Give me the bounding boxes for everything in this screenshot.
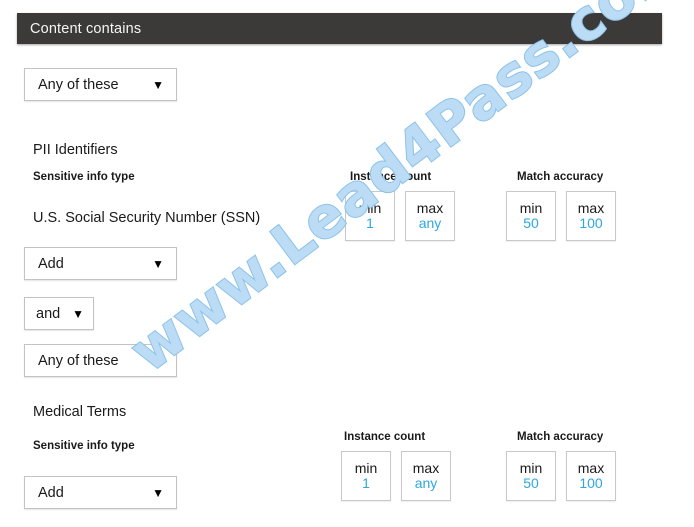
match-accuracy-min-value-medical: 50 [523,475,539,492]
instance-count-header-pii: Instance count [350,171,432,183]
chevron-down-icon: ▼ [152,256,164,271]
add-dropdown-medical[interactable]: Add ▼ [24,476,177,509]
add-dropdown-pii-label: Add [38,255,64,272]
match-accuracy-header-medical: Match accuracy [517,431,604,443]
chevron-down-icon: ▼ [152,77,164,92]
instance-count-fields-pii: min 1 max any [345,191,455,241]
match-accuracy-max-value-medical: 100 [579,475,603,492]
match-accuracy-min-caption-medical: min [519,459,543,476]
scope-dropdown-bottom[interactable]: Any of these ▼ [24,344,177,377]
sensitive-info-type-label-pii: Sensitive info type [33,171,135,183]
instance-count-min-field-pii[interactable]: min 1 [345,191,395,241]
match-accuracy-min-field-medical[interactable]: min 50 [506,451,556,501]
match-accuracy-fields-pii: min 50 max 100 [506,191,616,241]
instance-count-min-field-medical[interactable]: min 1 [341,451,391,501]
instance-count-min-caption-pii: min [358,199,382,216]
operator-dropdown[interactable]: and ▼ [24,297,94,330]
instance-count-max-caption-pii: max [416,199,444,216]
match-accuracy-fields-medical: min 50 max 100 [506,451,616,501]
instance-count-header-medical: Instance count [344,431,426,443]
match-accuracy-max-caption-pii: max [577,199,605,216]
chevron-down-icon: ▼ [72,306,84,321]
instance-count-fields-medical: min 1 max any [341,451,451,501]
match-accuracy-min-caption-pii: min [519,199,543,216]
match-accuracy-max-field-medical[interactable]: max 100 [566,451,616,501]
field-spacer [391,451,401,501]
panel-header: Content contains [17,13,662,44]
scope-dropdown-top[interactable]: Any of these ▼ [24,68,177,101]
instance-count-max-value-medical: any [414,475,438,492]
group-title-pii: PII Identifiers [33,142,118,158]
field-spacer [556,191,566,241]
match-accuracy-max-caption-medical: max [577,459,605,476]
scope-dropdown-top-label: Any of these [38,76,119,93]
match-accuracy-header-pii: Match accuracy [517,171,604,183]
scope-dropdown-bottom-label: Any of these [38,352,119,369]
add-dropdown-medical-label: Add [38,484,64,501]
match-accuracy-max-value-pii: 100 [579,215,603,232]
sensitive-info-type-value-pii: U.S. Social Security Number (SSN) [33,210,261,226]
add-dropdown-pii[interactable]: Add ▼ [24,247,177,280]
field-spacer [556,451,566,501]
instance-count-max-caption-medical: max [412,459,440,476]
group-title-medical: Medical Terms [33,404,127,420]
instance-count-min-value-pii: 1 [366,215,374,232]
chevron-down-icon: ▼ [152,353,164,368]
content-contains-panel: Content contains Any of these ▼ PII Iden… [0,0,694,527]
chevron-down-icon: ▼ [152,485,164,500]
sensitive-info-type-label-medical: Sensitive info type [33,440,135,452]
match-accuracy-min-value-pii: 50 [523,215,539,232]
instance-count-max-value-pii: any [418,215,442,232]
operator-dropdown-label: and [36,305,61,322]
instance-count-max-field-pii[interactable]: max any [405,191,455,241]
field-spacer [395,191,405,241]
instance-count-max-field-medical[interactable]: max any [401,451,451,501]
instance-count-min-caption-medical: min [354,459,378,476]
page-title: Content contains [30,20,142,37]
match-accuracy-max-field-pii[interactable]: max 100 [566,191,616,241]
match-accuracy-min-field-pii[interactable]: min 50 [506,191,556,241]
instance-count-min-value-medical: 1 [362,475,370,492]
